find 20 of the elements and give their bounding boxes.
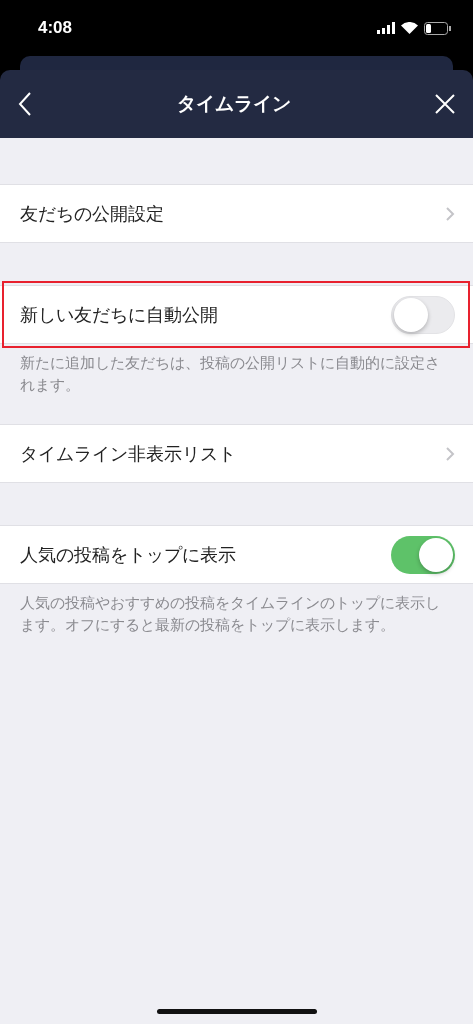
- status-time: 4:08: [38, 18, 73, 38]
- settings-row[interactable]: 人気の投稿をトップに表示: [0, 525, 473, 584]
- chevron-icon: [445, 205, 455, 222]
- settings-row[interactable]: タイムライン非表示リスト: [0, 424, 473, 483]
- window-title: タイムライン: [176, 91, 291, 116]
- row-label: 友だちの公開設定: [20, 201, 164, 226]
- row-label: 新しい友だちに自動公開: [20, 302, 218, 327]
- toggle-switch[interactable]: [391, 535, 455, 574]
- row-label: タイムライン非表示リスト: [20, 441, 236, 466]
- section-note: 新たに追加した友だちは、投稿の公開リストに自動的に設定されます。: [19, 354, 441, 395]
- wifi-icon: [401, 22, 418, 34]
- settings-row[interactable]: 友だちの公開設定: [0, 184, 473, 243]
- signal-icon: [377, 22, 395, 34]
- row-label: 人気の投稿をトップに表示: [20, 542, 236, 567]
- close-icon[interactable]: [435, 94, 455, 114]
- battery-icon: [424, 21, 451, 35]
- chevron-icon: [445, 445, 455, 462]
- section-note: 人気の投稿やおすすめの投稿をタイムラインのトップに表示します。オフにすると最新の投稿をトップに表示します。: [19, 594, 441, 635]
- toggle-switch[interactable]: [391, 295, 455, 334]
- back-icon[interactable]: [18, 92, 32, 116]
